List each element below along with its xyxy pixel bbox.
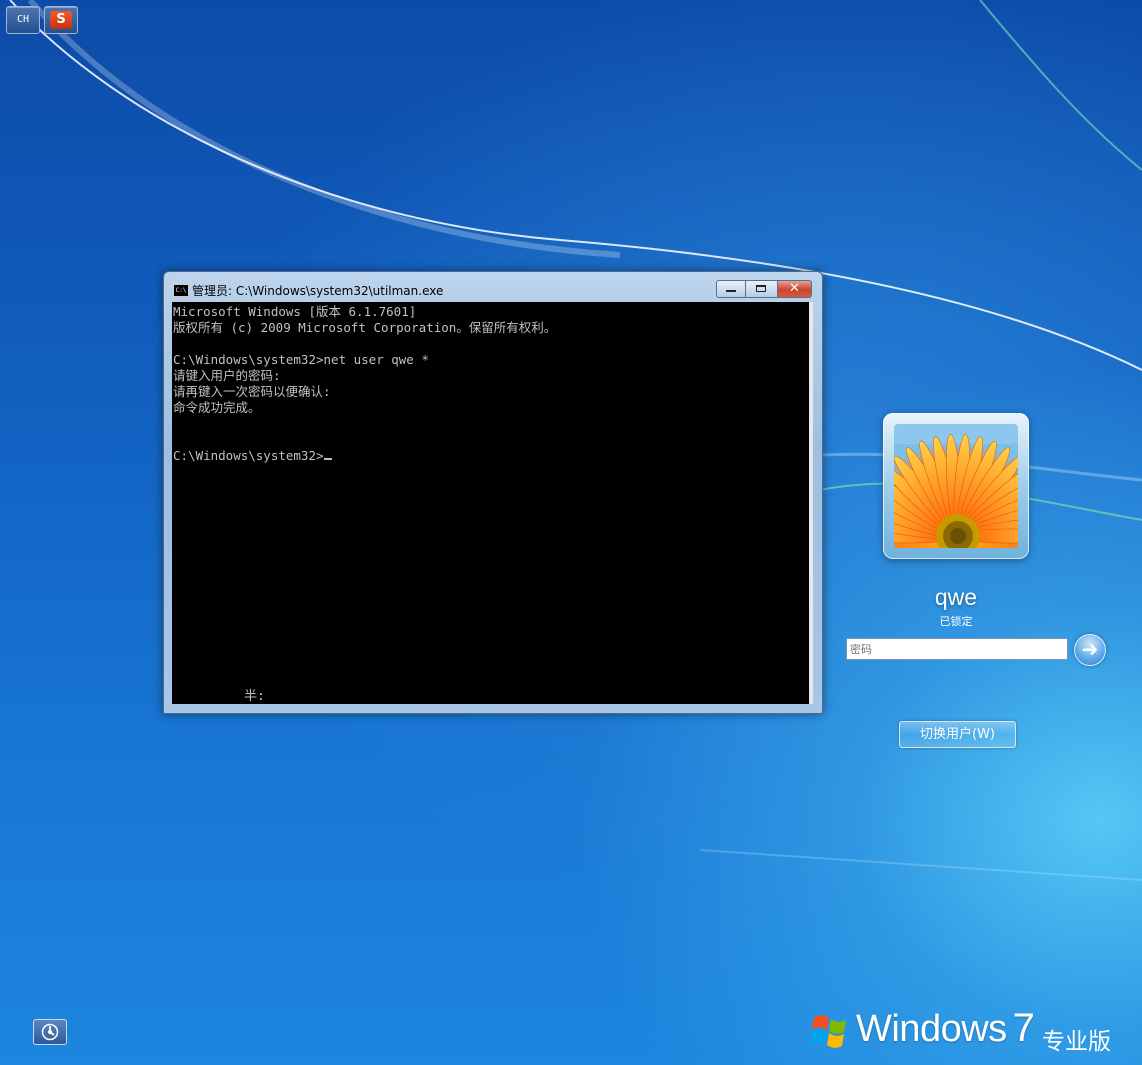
flower-avatar-image — [894, 424, 1018, 548]
console-lines: Microsoft Windows [版本 6.1.7601] 版权所有 (c) … — [173, 304, 556, 464]
username: qwe — [934, 584, 978, 610]
console-line: C:\Windows\system32> — [173, 448, 556, 464]
minimize-icon — [726, 290, 736, 292]
console-line: 版权所有 (c) 2009 Microsoft Corporation。保留所有… — [173, 320, 557, 335]
windows-flag-logo — [810, 1015, 846, 1048]
close-button[interactable]: ✕ — [778, 280, 812, 298]
console-window[interactable]: C:\ 管理员: C:\Windows\system32\utilman.exe… — [163, 271, 823, 714]
windows-wordmark: Windows 7 — [856, 1006, 1035, 1050]
console-scrollbar[interactable] — [809, 302, 813, 704]
console-titlebar[interactable]: C:\ 管理员: C:\Windows\system32\utilman.exe… — [164, 272, 822, 302]
submit-arrow-button[interactable]: ➜ — [1074, 634, 1106, 666]
text-cursor — [323, 458, 332, 460]
language-indicator[interactable]: CH — [6, 6, 40, 34]
arrow-right-icon: ➜ — [1081, 637, 1099, 661]
close-icon: ✕ — [789, 281, 800, 296]
maximize-button[interactable] — [746, 280, 778, 298]
console-icon: C:\ — [173, 284, 189, 297]
console-output[interactable]: Microsoft Windows [版本 6.1.7601] 版权所有 (c) … — [172, 302, 813, 704]
maximize-icon — [756, 285, 766, 292]
minimize-button[interactable] — [716, 280, 746, 298]
account-status: 已锁定 — [939, 615, 973, 628]
sogou-ime-icon: S — [50, 11, 72, 29]
ease-of-access-button[interactable] — [33, 1019, 67, 1045]
window-title: 管理员: C:\Windows\system32\utilman.exe — [192, 284, 444, 298]
switch-user-button[interactable]: 切换用户(W) — [899, 721, 1016, 748]
ease-of-access-icon — [41, 1023, 59, 1041]
console-line: 命令成功完成。 — [173, 400, 261, 415]
password-field[interactable] — [846, 638, 1068, 660]
console-line: Microsoft Windows [版本 6.1.7601] — [173, 304, 417, 319]
console-line: C:\Windows\system32>net user qwe * — [173, 352, 429, 367]
console-line: 请键入用户的密码: — [173, 368, 281, 383]
user-avatar — [883, 413, 1029, 559]
edition-label: 专业版 — [1042, 1029, 1111, 1055]
console-line: 请再键入一次密码以便确认: — [173, 384, 331, 399]
ime-status: 半: — [244, 689, 265, 704]
ime-button[interactable]: S — [44, 6, 78, 34]
